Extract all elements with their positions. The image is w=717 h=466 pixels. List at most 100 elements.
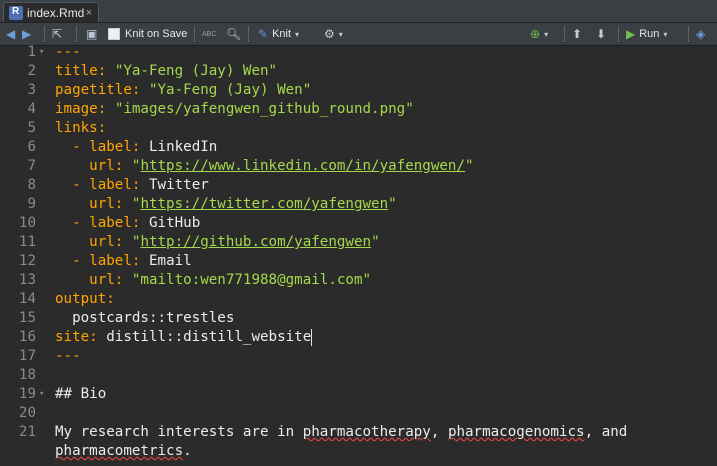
close-icon[interactable]: ×	[86, 7, 92, 19]
text-cursor	[311, 329, 313, 346]
code-line: pharmacometrics.	[0, 442, 717, 461]
go-up-icon[interactable]: ⬆	[572, 23, 582, 45]
code-token: Twitter	[148, 177, 209, 193]
add-chunk-icon: ⊕	[530, 27, 541, 41]
code-text: - label: Twitter	[55, 176, 209, 195]
code-text: url: "http://github.com/yafengwen"	[55, 233, 380, 252]
insert-chunk-button[interactable]: ⊕ ▾	[530, 23, 548, 45]
show-in-window-icon[interactable]: ⇱	[52, 23, 62, 45]
code-line: 16 site: distill::distill_website	[0, 328, 717, 347]
code-line: 20	[0, 404, 717, 423]
line-number: 5	[27, 120, 36, 136]
code-text: output:	[55, 290, 115, 309]
knit-button[interactable]: ✎ Knit ▾	[258, 23, 299, 45]
code-text: - label: LinkedIn	[55, 138, 217, 157]
code-token: url	[55, 272, 115, 288]
code-token: "Ya-Feng (Jay) Wen"	[148, 82, 312, 98]
code-token: url	[55, 196, 115, 212]
search-icon[interactable]: 🔍︎	[226, 23, 241, 45]
code-token: :	[131, 82, 149, 98]
code-line: 9 url: "https://twitter.com/yafengwen"	[0, 195, 717, 214]
code-text: pagetitle: "Ya-Feng (Jay) Wen"	[55, 81, 311, 100]
code-text: url: "https://www.linkedin.com/in/yafeng…	[55, 157, 473, 176]
knit-on-save-checkbox[interactable]: Knit on Save	[108, 23, 187, 45]
code-token: :	[131, 253, 149, 269]
code-token: -	[55, 177, 90, 193]
code-text: - label: GitHub	[55, 214, 200, 233]
code-token: "mailto:wen771988@gmail.com"	[131, 272, 372, 288]
knit-on-save-label: Knit on Save	[125, 28, 188, 40]
code-line: 2 title: "Ya-Feng (Jay) Wen"	[0, 62, 717, 81]
code-token: :	[89, 329, 107, 345]
chevron-down-icon: ▾	[544, 29, 549, 39]
forward-arrow-icon[interactable]: ▶	[22, 23, 31, 45]
code-text: ---	[55, 347, 81, 366]
go-down-icon[interactable]: ⬇	[596, 23, 606, 45]
line-number: 6	[27, 139, 36, 155]
save-icon[interactable]: ▣	[86, 23, 97, 45]
code-token: output	[55, 291, 107, 307]
code-token: :	[114, 158, 132, 174]
code-token: "	[388, 196, 397, 212]
code-text: ---	[55, 43, 81, 62]
code-text: url: "mailto:wen771988@gmail.com"	[55, 271, 371, 290]
gear-icon: ⚙	[324, 27, 335, 41]
code-token: pharmacogenomics	[447, 424, 585, 440]
code-text: pharmacometrics.	[55, 442, 192, 461]
back-arrow-icon[interactable]: ◀	[6, 23, 15, 45]
run-icon: ▶	[626, 27, 636, 41]
code-token: :	[131, 139, 149, 155]
code-token: pharmacometrics	[55, 443, 184, 459]
code-token: title	[55, 63, 98, 79]
code-token: :	[131, 215, 149, 231]
fold-arrow-icon[interactable]: ▾	[39, 43, 44, 62]
code-token: -	[55, 215, 90, 231]
code-text: - label: Email	[55, 252, 192, 271]
code-token: .	[183, 443, 192, 459]
chevron-down-icon: ▾	[663, 29, 668, 39]
code-token: , and	[584, 424, 628, 440]
knit-needle-icon: ✎	[258, 27, 269, 41]
code-token: "Ya-Feng (Jay) Wen"	[114, 63, 278, 79]
code-line: 8 - label: Twitter	[0, 176, 717, 195]
code-token: "	[371, 234, 380, 250]
code-line: 12 - label: Email	[0, 252, 717, 271]
line-number: 14	[18, 291, 36, 307]
code-line: 6 - label: LinkedIn	[0, 138, 717, 157]
code-token: ---	[55, 348, 81, 364]
code-token: https://twitter.com/yafengwen	[140, 196, 389, 212]
code-token: :	[114, 272, 132, 288]
code-line: 7 url: "https://www.linkedin.com/in/yafe…	[0, 157, 717, 176]
code-token: label	[89, 215, 132, 231]
code-token: links	[55, 120, 98, 136]
spell-check-icon[interactable]: ABC	[202, 23, 216, 45]
code-text: ## Bio	[55, 385, 106, 404]
code-token: My research interests are in	[55, 424, 303, 440]
line-number: 18	[18, 367, 36, 383]
code-token: -	[55, 139, 90, 155]
code-editor[interactable]: 1 ▾ --- 2 title: "Ya-Feng (Jay) Wen" 3 pagetit…	[0, 43, 717, 466]
source-menu-icon[interactable]: ◈	[696, 23, 705, 45]
code-line: 14 output:	[0, 290, 717, 309]
fold-arrow-icon[interactable]: ▾	[39, 385, 44, 404]
run-button[interactable]: ▶ Run ▾	[626, 23, 667, 45]
code-line: 3 pagetitle: "Ya-Feng (Jay) Wen"	[0, 81, 717, 100]
rmd-file-icon	[9, 5, 23, 20]
line-number: 10	[18, 215, 36, 231]
code-line: 18	[0, 366, 717, 385]
code-line: 4 image: "images/yafengwen_github_round.p…	[0, 100, 717, 119]
code-token: :	[106, 291, 115, 307]
line-number: 3	[27, 82, 36, 98]
line-number: 1	[27, 44, 36, 60]
code-line: 19 ▾ ## Bio	[0, 385, 717, 404]
code-token: :	[97, 101, 115, 117]
checkbox-icon	[108, 28, 120, 40]
code-token: postcards::trestles	[55, 310, 235, 326]
code-token: site	[55, 329, 90, 345]
line-number: 12	[18, 253, 36, 269]
code-text: site: distill::distill_website	[55, 328, 313, 347]
settings-gear-button[interactable]: ⚙ ▾	[324, 23, 343, 45]
code-token: pharmacotherapy	[302, 424, 431, 440]
line-number: 21	[18, 424, 36, 440]
tab-index-rmd[interactable]: index.Rmd ×	[3, 2, 99, 22]
